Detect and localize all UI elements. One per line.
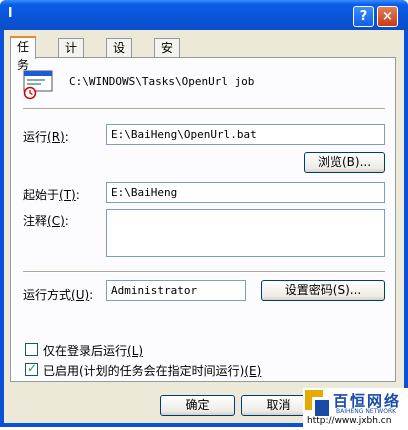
comment-textarea[interactable] xyxy=(106,209,385,257)
enabled-checkbox[interactable]: ✓ xyxy=(25,361,38,376)
watermark-brand-sub: BAIHENG NETWORK xyxy=(336,408,397,415)
title-bar[interactable]: l ? × xyxy=(0,0,408,30)
separator xyxy=(23,108,385,110)
task-panel: C:\WINDOWS\Tasks\OpenUrl job 运行(R): E:\B… xyxy=(10,57,396,382)
run-logged-on-label: 仅在登录后运行(L) xyxy=(43,344,144,358)
start-in-input[interactable]: E:\BaiHeng xyxy=(106,182,385,203)
window-title: l xyxy=(8,6,13,21)
tab-settings[interactable]: 设置 xyxy=(106,38,133,73)
separator xyxy=(23,271,385,273)
comment-label: 注释(C): xyxy=(23,214,69,228)
help-button[interactable]: ? xyxy=(353,6,374,27)
run-label: 运行(R): xyxy=(23,130,69,144)
enabled-label: 已启用(计划的任务会在指定时间运行)(E) xyxy=(43,364,262,378)
dialog-body: 计划 设置 安全 任务 C:\WINDOWS\Tasks\OpenUrl job… xyxy=(4,30,404,423)
browse-button[interactable]: 浏览(B)... xyxy=(304,152,385,173)
run-logged-on-checkbox[interactable] xyxy=(25,343,38,356)
ok-button[interactable]: 确定 xyxy=(160,395,235,416)
run-command-input[interactable]: E:\BaiHeng\OpenUrl.bat xyxy=(106,124,385,145)
run-as-label: 运行方式(U): xyxy=(23,288,94,302)
dialog-window: l ? × 计划 设置 安全 任务 C:\WINDOWS\Tasks\OpenU… xyxy=(0,0,408,427)
tab-security[interactable]: 安全 xyxy=(154,38,181,73)
start-in-label: 起始于(T): xyxy=(23,188,80,202)
run-as-input[interactable]: Administrator xyxy=(106,280,246,301)
task-file-icon xyxy=(23,70,53,100)
watermark-logo: 百恒网络 BAIHENG NETWORK http://www.jxbh.cn xyxy=(303,388,408,427)
checkmark-icon: ✓ xyxy=(27,361,38,375)
tab-task[interactable]: 任务 xyxy=(10,36,37,72)
tab-schedule[interactable]: 计划 xyxy=(58,38,85,73)
task-file-path: C:\WINDOWS\Tasks\OpenUrl job xyxy=(69,75,255,88)
watermark-url: http://www.jxbh.cn xyxy=(307,416,392,426)
set-password-button[interactable]: 设置密码(S)... xyxy=(261,280,385,301)
close-button[interactable]: × xyxy=(377,6,398,27)
